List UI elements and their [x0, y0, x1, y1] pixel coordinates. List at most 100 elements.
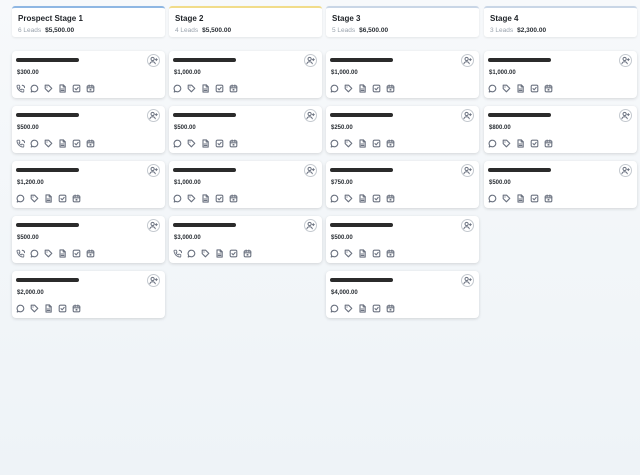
chat-icon[interactable]: [488, 194, 497, 203]
checkbox-icon[interactable]: [215, 139, 224, 148]
lead-name-redacted[interactable]: [16, 223, 79, 227]
lead-card[interactable]: $500.00: [169, 106, 322, 153]
calendar-icon[interactable]: [386, 249, 395, 258]
chat-icon[interactable]: [330, 304, 339, 313]
checkbox-icon[interactable]: [530, 139, 539, 148]
calendar-icon[interactable]: [544, 84, 553, 93]
calendar-icon[interactable]: [243, 249, 252, 258]
document-icon[interactable]: [516, 139, 525, 148]
phone-icon[interactable]: [16, 249, 25, 258]
chat-icon[interactable]: [330, 84, 339, 93]
lead-name-redacted[interactable]: [330, 168, 393, 172]
phone-icon[interactable]: [16, 84, 25, 93]
checkbox-icon[interactable]: [372, 304, 381, 313]
tag-icon[interactable]: [344, 84, 353, 93]
tag-icon[interactable]: [344, 139, 353, 148]
chat-icon[interactable]: [330, 194, 339, 203]
chat-icon[interactable]: [16, 194, 25, 203]
lead-name-redacted[interactable]: [173, 113, 236, 117]
checkbox-icon[interactable]: [372, 194, 381, 203]
calendar-icon[interactable]: [386, 304, 395, 313]
column-header[interactable]: Stage 4 3 Leads $2,300.00: [484, 6, 637, 37]
tag-icon[interactable]: [344, 304, 353, 313]
tag-icon[interactable]: [344, 249, 353, 258]
chat-icon[interactable]: [330, 139, 339, 148]
assign-user-button[interactable]: [147, 219, 160, 232]
checkbox-icon[interactable]: [215, 194, 224, 203]
checkbox-icon[interactable]: [58, 304, 67, 313]
assign-user-button[interactable]: [461, 164, 474, 177]
document-icon[interactable]: [58, 139, 67, 148]
assign-user-button[interactable]: [147, 164, 160, 177]
calendar-icon[interactable]: [86, 249, 95, 258]
lead-card[interactable]: $1,000.00: [484, 51, 637, 98]
calendar-icon[interactable]: [72, 304, 81, 313]
lead-card[interactable]: $250.00: [326, 106, 479, 153]
tag-icon[interactable]: [187, 194, 196, 203]
checkbox-icon[interactable]: [372, 249, 381, 258]
checkbox-icon[interactable]: [530, 84, 539, 93]
lead-name-redacted[interactable]: [488, 168, 551, 172]
checkbox-icon[interactable]: [372, 84, 381, 93]
lead-name-redacted[interactable]: [173, 168, 236, 172]
checkbox-icon[interactable]: [215, 84, 224, 93]
assign-user-button[interactable]: [304, 219, 317, 232]
checkbox-icon[interactable]: [72, 249, 81, 258]
lead-name-redacted[interactable]: [16, 113, 79, 117]
assign-user-button[interactable]: [147, 109, 160, 122]
assign-user-button[interactable]: [304, 164, 317, 177]
lead-name-redacted[interactable]: [330, 223, 393, 227]
document-icon[interactable]: [201, 84, 210, 93]
calendar-icon[interactable]: [229, 194, 238, 203]
document-icon[interactable]: [516, 84, 525, 93]
assign-user-button[interactable]: [461, 54, 474, 67]
chat-icon[interactable]: [173, 84, 182, 93]
tag-icon[interactable]: [44, 84, 53, 93]
phone-icon[interactable]: [173, 249, 182, 258]
lead-name-redacted[interactable]: [488, 58, 551, 62]
checkbox-icon[interactable]: [72, 139, 81, 148]
lead-card[interactable]: $500.00: [326, 216, 479, 263]
lead-name-redacted[interactable]: [488, 113, 551, 117]
assign-user-button[interactable]: [461, 219, 474, 232]
lead-card[interactable]: $1,000.00: [326, 51, 479, 98]
document-icon[interactable]: [358, 84, 367, 93]
lead-card[interactable]: $300.00: [12, 51, 165, 98]
assign-user-button[interactable]: [147, 54, 160, 67]
chat-icon[interactable]: [30, 139, 39, 148]
calendar-icon[interactable]: [229, 139, 238, 148]
calendar-icon[interactable]: [386, 139, 395, 148]
tag-icon[interactable]: [187, 84, 196, 93]
document-icon[interactable]: [44, 194, 53, 203]
checkbox-icon[interactable]: [72, 84, 81, 93]
lead-card[interactable]: $1,000.00: [169, 161, 322, 208]
lead-card[interactable]: $500.00: [12, 106, 165, 153]
lead-card[interactable]: $3,000.00: [169, 216, 322, 263]
calendar-icon[interactable]: [386, 194, 395, 203]
tag-icon[interactable]: [502, 84, 511, 93]
document-icon[interactable]: [215, 249, 224, 258]
chat-icon[interactable]: [30, 249, 39, 258]
assign-user-button[interactable]: [304, 54, 317, 67]
document-icon[interactable]: [201, 194, 210, 203]
document-icon[interactable]: [516, 194, 525, 203]
document-icon[interactable]: [358, 304, 367, 313]
tag-icon[interactable]: [44, 249, 53, 258]
lead-card[interactable]: $1,000.00: [169, 51, 322, 98]
lead-card[interactable]: $4,000.00: [326, 271, 479, 318]
tag-icon[interactable]: [187, 139, 196, 148]
lead-card[interactable]: $500.00: [12, 216, 165, 263]
lead-name-redacted[interactable]: [173, 58, 236, 62]
chat-icon[interactable]: [488, 139, 497, 148]
lead-name-redacted[interactable]: [16, 168, 79, 172]
document-icon[interactable]: [58, 84, 67, 93]
calendar-icon[interactable]: [72, 194, 81, 203]
calendar-icon[interactable]: [386, 84, 395, 93]
lead-name-redacted[interactable]: [330, 278, 393, 282]
tag-icon[interactable]: [44, 139, 53, 148]
chat-icon[interactable]: [173, 194, 182, 203]
assign-user-button[interactable]: [304, 109, 317, 122]
assign-user-button[interactable]: [619, 164, 632, 177]
lead-name-redacted[interactable]: [173, 223, 236, 227]
assign-user-button[interactable]: [461, 109, 474, 122]
